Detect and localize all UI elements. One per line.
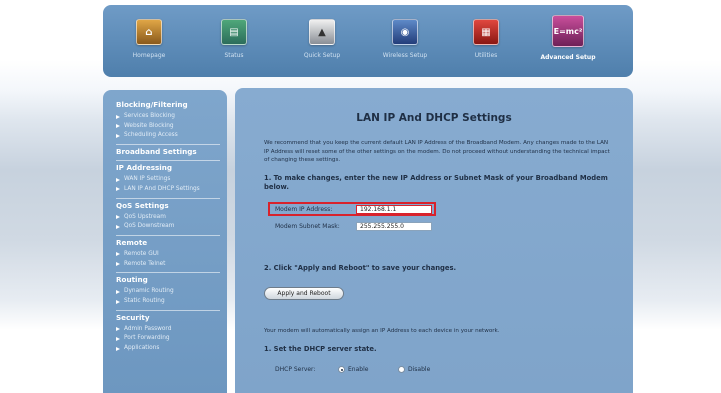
sidebar-item-applications[interactable]: Applications [116,344,227,354]
sidebar-item-qos-upstream[interactable]: QoS Upstream [116,213,227,223]
intro-text: We recommend that you keep the current d… [264,140,610,163]
sidebar: Blocking/Filtering Services Blocking Web… [103,90,227,393]
sidebar-item-wan-ip-settings[interactable]: WAN IP Settings [116,175,227,185]
sidebar-divider [116,234,220,236]
dhcp-enable-label[interactable]: Enable [348,366,368,373]
sidebar-divider [116,144,220,146]
subnet-mask-label: Modem Subnet Mask: [275,223,340,230]
nav-homepage-label: Homepage [132,52,166,59]
nav-wireless-setup[interactable]: ◉ Wireless Setup [370,19,440,59]
sidebar-section-broadband: Broadband Settings [116,147,227,157]
sidebar-section-remote: Remote Remote GUI Remote Telnet [116,238,227,269]
sidebar-section-routing: Routing Dynamic Routing Static Routing [116,275,227,306]
sidebar-heading[interactable]: Remote [116,238,227,248]
sidebar-heading[interactable]: IP Addressing [116,163,227,173]
nav-wireless-setup-label: Wireless Setup [382,52,428,59]
nav-status-label: Status [224,52,244,59]
ip-address-label: Modem IP Address: [275,206,333,213]
main-content: LAN IP And DHCP Settings We recommend th… [235,88,633,393]
sidebar-item-admin-password[interactable]: Admin Password [116,325,227,335]
apply-and-reboot-button[interactable]: Apply and Reboot [264,287,344,300]
dhcp-assign-text: Your modem will automatically assign an … [264,328,500,334]
sidebar-section-security: Security Admin Password Port Forwarding … [116,313,227,354]
page-title: LAN IP And DHCP Settings [356,112,512,124]
sidebar-heading[interactable]: Broadband Settings [116,147,227,157]
sidebar-item-scheduling-access[interactable]: Scheduling Access [116,131,227,141]
sidebar-heading[interactable]: Routing [116,275,227,285]
quick-setup-icon: ▲ [309,19,335,45]
sidebar-item-services-blocking[interactable]: Services Blocking [116,112,227,122]
nav-status[interactable]: ▤ Status [199,19,269,59]
sidebar-item-lan-ip-dhcp[interactable]: LAN IP And DHCP Settings [116,185,227,195]
sidebar-section-qos: QoS Settings QoS Upstream QoS Downstream [116,201,227,232]
nav-advanced-setup-label: Advanced Setup [540,54,596,61]
subnet-mask-input[interactable] [356,222,432,231]
sidebar-item-website-blocking[interactable]: Website Blocking [116,122,227,132]
nav-quick-setup[interactable]: ▲ Quick Setup [287,19,357,59]
step-2-instruction: 2. Click "Apply and Reboot" to save your… [264,264,457,272]
dhcp-state-instruction: 1. Set the DHCP server state. [264,345,377,353]
sidebar-item-static-routing[interactable]: Static Routing [116,297,227,307]
nav-utilities-label: Utilities [474,52,498,59]
house-icon: ⌂ [136,19,162,45]
sidebar-heading[interactable]: Blocking/Filtering [116,100,227,110]
sidebar-divider [116,272,220,274]
dhcp-enable-radio[interactable] [338,366,345,373]
sidebar-section-ip-addressing: IP Addressing WAN IP Settings LAN IP And… [116,163,227,194]
sidebar-section-blocking: Blocking/Filtering Services Blocking Web… [116,100,227,141]
step-1-instruction: 1. To make changes, enter the new IP Add… [264,174,608,191]
nav-homepage[interactable]: ⌂ Homepage [114,19,184,59]
sidebar-heading[interactable]: QoS Settings [116,201,227,211]
sidebar-item-port-forwarding[interactable]: Port Forwarding [116,334,227,344]
advanced-icon: E=mc² [552,15,584,47]
sidebar-divider [116,160,220,162]
dhcp-disable-radio[interactable] [398,366,405,373]
dhcp-disable-label[interactable]: Disable [408,366,430,373]
top-navigation: ⌂ Homepage ▤ Status ▲ Quick Setup ◉ Wire… [103,5,633,77]
sidebar-item-remote-telnet[interactable]: Remote Telnet [116,260,227,270]
toolbox-icon: ▦ [473,19,499,45]
nav-utilities[interactable]: ▦ Utilities [451,19,521,59]
router-admin-page: ⌂ Homepage ▤ Status ▲ Quick Setup ◉ Wire… [103,0,633,393]
sidebar-item-qos-downstream[interactable]: QoS Downstream [116,222,227,232]
sidebar-item-remote-gui[interactable]: Remote GUI [116,250,227,260]
nav-advanced-setup[interactable]: E=mc² Advanced Setup [533,15,603,61]
wireless-icon: ◉ [392,19,418,45]
status-icon: ▤ [221,19,247,45]
nav-quick-setup-label: Quick Setup [303,52,341,59]
sidebar-heading[interactable]: Security [116,313,227,323]
sidebar-divider [116,197,220,199]
sidebar-divider [116,309,220,311]
ip-address-input[interactable] [356,205,432,214]
sidebar-item-dynamic-routing[interactable]: Dynamic Routing [116,287,227,297]
dhcp-server-label: DHCP Server: [275,366,316,373]
